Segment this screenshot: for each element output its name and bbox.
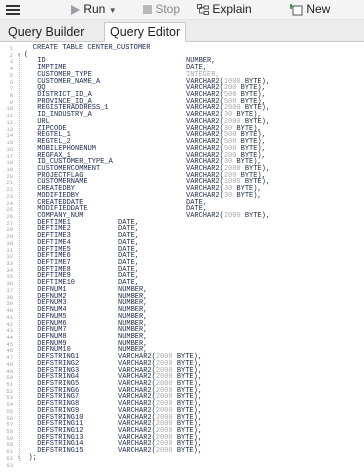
line-number: 63 bbox=[6, 461, 13, 469]
sql-editor[interactable]: 1 CREATE TABLE CENTER_CUSTOMER 2 ▿(3 ID NUMBE… bbox=[0, 42, 364, 472]
tab-label: Query Editor bbox=[110, 25, 181, 39]
run-label: Run bbox=[83, 2, 106, 16]
hamburger-menu-icon[interactable] bbox=[6, 0, 20, 19]
stop-button[interactable]: Stop bbox=[143, 0, 180, 19]
editor-tab-bar: Query Builder Query Editor bbox=[0, 20, 364, 42]
explain-label: Explain bbox=[212, 2, 252, 16]
new-button[interactable]: New bbox=[290, 0, 330, 19]
tab-label: Query Builder bbox=[8, 25, 85, 39]
chevron-down-icon[interactable]: ▼ bbox=[109, 6, 117, 15]
new-label: New bbox=[306, 2, 331, 16]
explain-button[interactable]: Explain bbox=[197, 0, 252, 19]
new-query-icon bbox=[290, 3, 303, 16]
toolbar: Run ▼ Stop Explain New bbox=[0, 0, 364, 20]
tab-query-builder[interactable]: Query Builder bbox=[3, 23, 89, 41]
stop-label: Stop bbox=[155, 2, 181, 16]
code-line[interactable]: 63 bbox=[0, 462, 364, 469]
explain-icon bbox=[197, 3, 209, 15]
run-button[interactable]: Run ▼ bbox=[70, 0, 117, 19]
tab-query-editor[interactable]: Query Editor bbox=[104, 22, 187, 42]
play-icon bbox=[71, 4, 80, 15]
stop-icon bbox=[143, 5, 152, 15]
